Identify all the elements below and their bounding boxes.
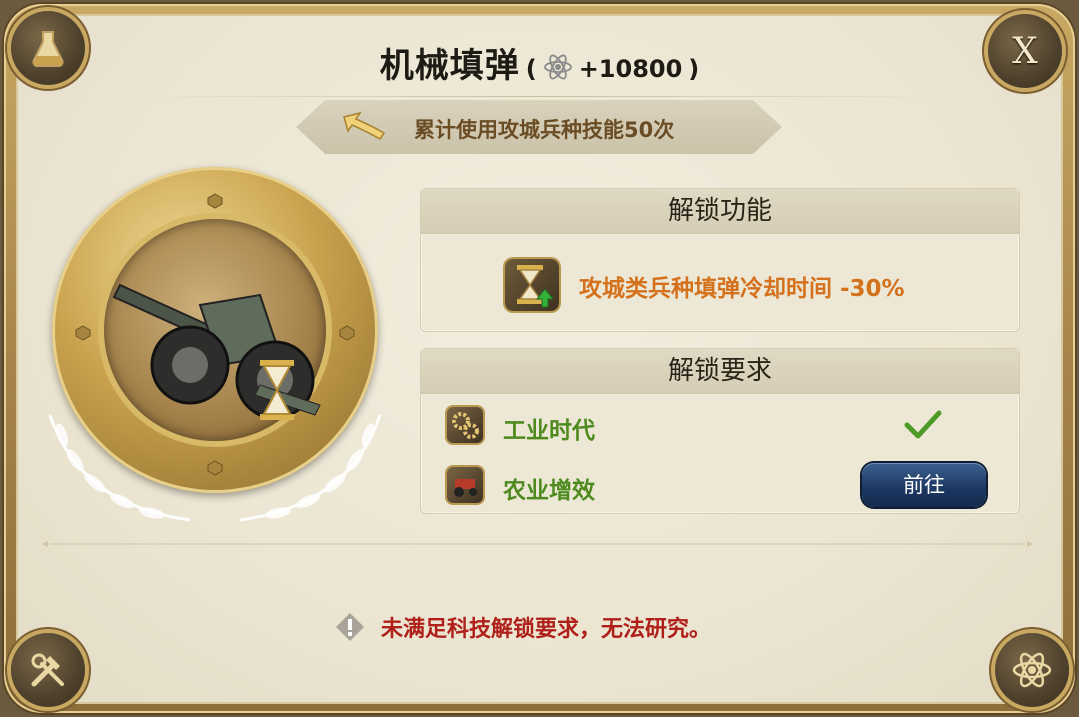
warning-message: 未满足科技解锁要求，无法研究。 bbox=[335, 610, 711, 644]
hourglass-upgrade-glyph bbox=[517, 265, 555, 308]
page-title: 机械填弹( +10800) bbox=[0, 38, 1079, 87]
hint-text: 累计使用攻城兵种技能50次 bbox=[414, 118, 675, 142]
warning-icon bbox=[336, 613, 364, 641]
tools-icon-glyph bbox=[31, 653, 64, 687]
gears-icon bbox=[447, 407, 483, 443]
tools-icon bbox=[11, 633, 85, 707]
hex-rivet-icon bbox=[339, 325, 355, 341]
paren-open: ( bbox=[525, 55, 537, 83]
requirement-label: 农业增效 bbox=[503, 478, 595, 504]
tractor-glyph bbox=[454, 479, 477, 497]
unlock-effect: 攻城类兵种填弹冷却时间 -30% bbox=[579, 276, 905, 302]
tech-medal bbox=[40, 165, 390, 530]
warning-text: 未满足科技解锁要求，无法研究。 bbox=[381, 617, 712, 642]
hex-rivet-icon bbox=[75, 325, 91, 341]
unlock-feature-section: 解锁功能 攻城类兵种填弹冷却时间 -30% bbox=[420, 188, 1020, 332]
hex-rivet-icon bbox=[207, 193, 223, 209]
gears-glyph bbox=[452, 412, 479, 439]
requirement-label: 工业时代 bbox=[503, 418, 595, 444]
hex-rivet-icon bbox=[207, 460, 223, 476]
section-divider bbox=[42, 541, 1033, 547]
reward-value: +10800 bbox=[578, 55, 683, 83]
atom-icon bbox=[995, 633, 1069, 707]
hint-banner: 累计使用攻城兵种技能50次 bbox=[296, 100, 782, 154]
arrow-icon bbox=[343, 111, 386, 140]
cannon-icon bbox=[112, 283, 321, 420]
atom-icon-glyph bbox=[1012, 652, 1052, 688]
go-button[interactable]: 前往 bbox=[862, 463, 986, 507]
hourglass-upgrade-icon bbox=[505, 259, 559, 311]
title-divider bbox=[130, 96, 950, 97]
unlock-requirements-header: 解锁要求 bbox=[421, 349, 1019, 394]
atom-icon bbox=[543, 54, 572, 80]
unlock-requirements-section: 解锁要求 工业时代 农业增效 前往 bbox=[420, 348, 1020, 514]
unlock-feature-header: 解锁功能 bbox=[421, 189, 1019, 234]
tractor-icon bbox=[447, 467, 483, 503]
paren-close: ) bbox=[688, 55, 700, 83]
tech-name: 机械填弹 bbox=[379, 46, 520, 86]
check-icon bbox=[904, 410, 942, 439]
